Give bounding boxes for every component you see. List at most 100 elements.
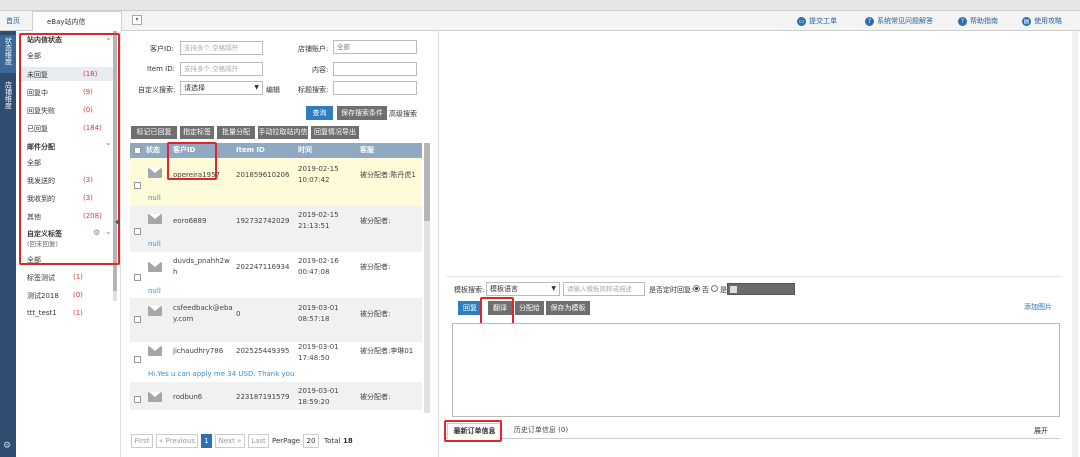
envelope-icon <box>148 306 162 316</box>
tab-history-order[interactable]: 历史订单信息 (0) <box>506 423 576 439</box>
schedule-time-input[interactable] <box>727 283 795 295</box>
table-row[interactable]: rodbun6 223187191579 2019-03-01 18:59:20… <box>130 382 422 410</box>
select-all-checkbox[interactable] <box>134 147 141 154</box>
template-language-select[interactable]: 模板语言 ▼ <box>486 282 560 296</box>
tab-home[interactable]: 首页 <box>0 11 26 31</box>
table-row[interactable]: duvds_pnahh2wh 202247116934 2019-02-16 0… <box>130 252 422 298</box>
vtab-status-dimension[interactable]: 状态维度 <box>0 35 16 73</box>
table-scrollbar-thumb[interactable] <box>424 143 430 221</box>
reply-textarea[interactable] <box>452 323 1060 417</box>
column-item-id[interactable]: Item ID <box>236 143 265 158</box>
row-checkbox[interactable] <box>134 182 141 189</box>
batch-assign-button[interactable]: 批量分配 <box>217 126 255 139</box>
tab-ebay-messages[interactable]: eBay站内信(New)✕ <box>32 11 122 46</box>
advanced-search-link[interactable]: 高级搜索 <box>389 109 417 119</box>
assign-tag-button[interactable]: 指定标签 <box>180 126 214 139</box>
vertical-sidebar: 状态维度 店铺维度 ⚙ <box>0 31 16 457</box>
custom-search-select[interactable]: 请选择 ▼ <box>180 81 263 95</box>
custom-item-test2018[interactable]: 测试2018 <box>27 291 59 301</box>
tab-bar: 首页 eBay站内信(New)✕ ▾ ▭提交工单 ?系统常见问题解答 ?帮助指南… <box>0 11 1080 46</box>
row-item-id: 192732742029 <box>236 217 290 225</box>
store-account-label: 店铺账户: <box>298 45 329 53</box>
caret-down-icon: ▼ <box>551 285 556 292</box>
custom-count-ttt-test1: (1) <box>73 309 83 317</box>
header-link-ticket-label: 提交工单 <box>809 17 837 25</box>
assign-to-button[interactable]: 分配给 <box>515 301 544 315</box>
vtab-store-dimension[interactable]: 店铺维度 <box>0 79 16 117</box>
reply-divider <box>446 276 1062 277</box>
reply-button[interactable]: 回复 <box>458 301 482 315</box>
header-link-help[interactable]: ? 帮助指南 <box>958 11 998 31</box>
row-customer-id[interactable]: eoro6889 <box>173 216 206 227</box>
pager-next[interactable]: Next » <box>215 434 245 448</box>
header-link-help-label: 帮助指南 <box>970 17 998 25</box>
table-row[interactable]: csfeedback@ebay.com 0 2019-03-01 08:57:1… <box>130 298 422 342</box>
table-row[interactable]: eoro6889 192732742029 2019-02-15 21:13:5… <box>130 206 422 252</box>
row-item-id: 223187191579 <box>236 393 290 401</box>
pager-current-page[interactable]: 1 <box>201 434 212 448</box>
row-checkbox[interactable] <box>134 356 141 363</box>
manual-fetch-button[interactable]: 手动拉取站内信 <box>258 126 308 139</box>
item-id-input[interactable]: 支持多个,空格隔开 <box>180 62 263 76</box>
pager-previous[interactable]: « Previous <box>156 434 198 448</box>
row-time: 2019-02-16 00:47:08 <box>298 257 339 276</box>
row-preview: null <box>148 240 161 248</box>
add-image-link[interactable]: 添加图片 <box>1024 302 1052 312</box>
search-button[interactable]: 查询 <box>306 106 333 120</box>
item-id-label: Item ID: <box>147 65 175 73</box>
envelope-icon <box>148 214 162 224</box>
table-row[interactable]: jichaudhry786 202525449395 2019-03-01 17… <box>130 342 422 382</box>
export-reply-button[interactable]: 回复情况导出 <box>311 126 359 139</box>
custom-count-test2018: (0) <box>73 291 83 299</box>
row-item-id: 202525449395 <box>236 347 290 355</box>
row-time: 2019-03-01 08:57:18 <box>298 304 339 323</box>
template-search-input[interactable]: 请输入模板简称或描述 <box>563 282 645 296</box>
row-customer-id[interactable]: csfeedback@ebay.com <box>173 303 233 325</box>
row-customer-id[interactable]: jichaudhry786 <box>173 346 223 357</box>
mark-replied-button[interactable]: 标记已回复 <box>131 126 177 139</box>
customer-id-input[interactable]: 支持多个,空格隔开 <box>180 41 263 55</box>
title-search-input[interactable] <box>333 81 417 95</box>
row-checkbox[interactable] <box>134 274 141 281</box>
envelope-icon <box>148 262 162 272</box>
save-search-button[interactable]: 保存搜索条件 <box>337 106 387 120</box>
page-scrollbar[interactable] <box>1072 31 1078 457</box>
total-label: Total <box>324 437 341 445</box>
pager-first[interactable]: First <box>131 434 153 448</box>
custom-item-tag-test[interactable]: 标签测试 <box>27 273 55 283</box>
store-account-select[interactable]: 全部 <box>333 40 417 54</box>
content-input[interactable] <box>333 62 417 76</box>
annotation-box-customer-id <box>167 142 217 180</box>
tab-history-order-label: 历史订单信息 <box>513 426 556 434</box>
row-time: 2019-02-15 10:07:42 <box>298 165 339 184</box>
envelope-icon <box>148 168 162 178</box>
edit-link[interactable]: 编辑 <box>266 85 280 95</box>
save-template-button[interactable]: 保存为模板 <box>546 301 590 315</box>
expand-link[interactable]: 展开 <box>1034 426 1048 436</box>
row-checkbox[interactable] <box>134 316 141 323</box>
timed-reply-label: 是否定时回复: <box>649 286 694 294</box>
pager-last[interactable]: Last <box>248 434 269 448</box>
radio-yes[interactable] <box>711 285 718 292</box>
gear-icon[interactable]: ⚙ <box>3 441 13 451</box>
collapse-arrow-icon[interactable] <box>115 218 120 226</box>
row-item-id: 0 <box>236 310 241 318</box>
row-checkbox[interactable] <box>134 228 141 235</box>
column-time[interactable]: 时间 <box>298 143 312 158</box>
caret-down-icon: ▼ <box>254 84 259 91</box>
row-customer-id[interactable]: duvds_pnahh2wh <box>173 256 233 278</box>
envelope-icon <box>148 346 162 356</box>
header-link-guide-label: 使用攻略 <box>1034 17 1062 25</box>
header-link-guide[interactable]: ▤ 使用攻略 <box>1022 11 1062 31</box>
radio-no[interactable] <box>693 285 700 292</box>
per-page-input[interactable]: 20 <box>303 434 319 448</box>
annotation-box-left-panel <box>19 33 120 265</box>
header-link-faq[interactable]: ? 系统常见问题解答 <box>865 11 933 31</box>
header-link-ticket[interactable]: ▭ 提交工单 <box>797 11 837 31</box>
row-agent: 被分配者: <box>360 393 391 401</box>
row-checkbox[interactable] <box>134 396 141 403</box>
row-agent: 被分配者: <box>360 263 391 271</box>
tab-dropdown-icon[interactable]: ▾ <box>132 15 142 25</box>
row-customer-id[interactable]: rodbun6 <box>173 392 202 403</box>
custom-item-ttt-test1[interactable]: ttt_test1 <box>27 309 57 317</box>
